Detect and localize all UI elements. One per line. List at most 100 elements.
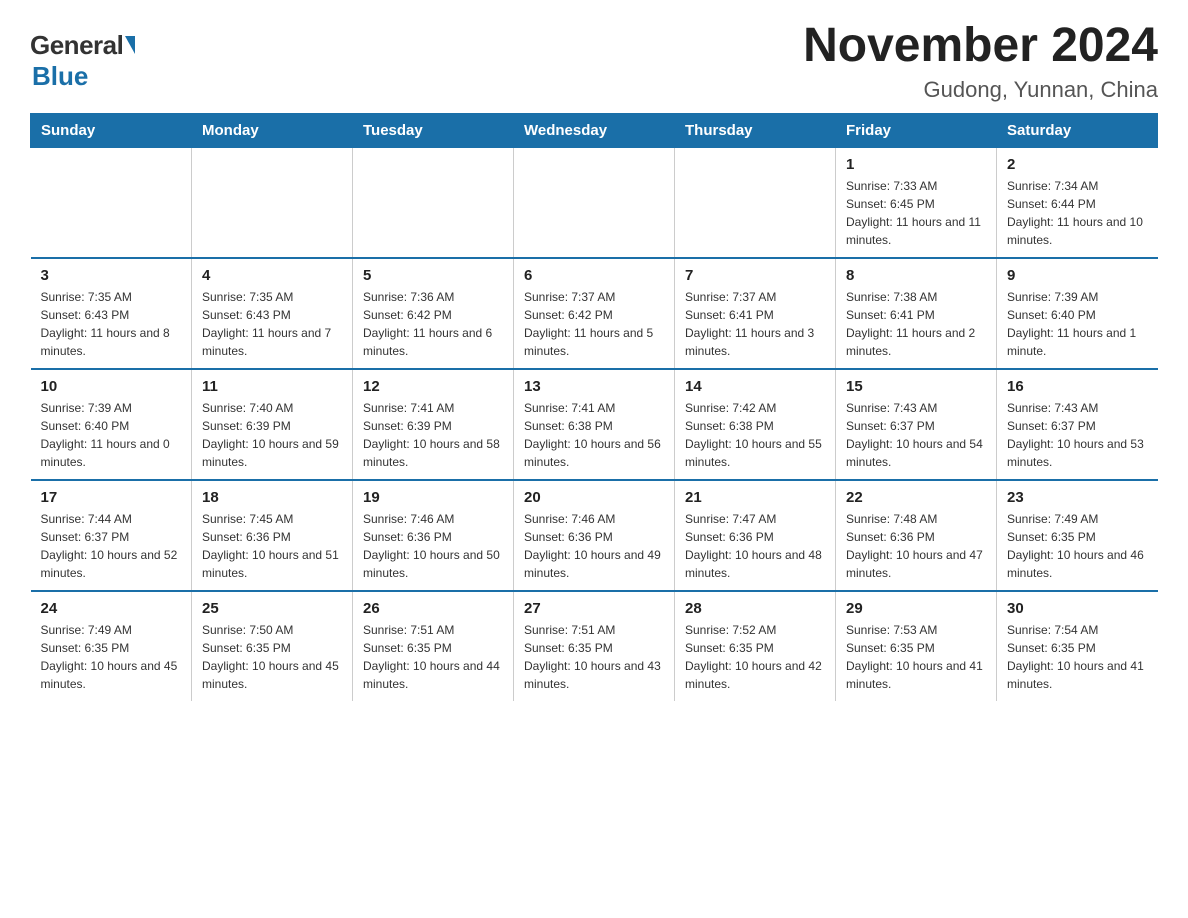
calendar-week-row: 17 Sunrise: 7:44 AMSunset: 6:37 PMDayligh…: [31, 480, 1158, 591]
calendar-week-row: 1 Sunrise: 7:33 AMSunset: 6:45 PMDaylight…: [31, 147, 1158, 258]
calendar-cell: 29 Sunrise: 7:53 AMSunset: 6:35 PMDayligh…: [836, 591, 997, 701]
day-number: 7: [685, 267, 825, 284]
calendar-cell: 27 Sunrise: 7:51 AMSunset: 6:35 PMDayligh…: [514, 591, 675, 701]
calendar-cell: 13Sunrise: 7:41 AMSunset: 6:38 PMDayligh…: [514, 369, 675, 480]
day-number: 9: [1007, 267, 1148, 284]
day-info: Sunrise: 7:39 AMSunset: 6:40 PMDaylight:…: [1007, 288, 1148, 360]
calendar-cell: 19Sunrise: 7:46 AMSunset: 6:36 PMDayligh…: [353, 480, 514, 591]
day-info: Sunrise: 7:40 AMSunset: 6:39 PMDaylight:…: [202, 399, 342, 471]
calendar-cell: 2 Sunrise: 7:34 AMSunset: 6:44 PMDaylight…: [997, 147, 1158, 258]
calendar-cell: [353, 147, 514, 258]
day-info: Sunrise: 7:51 AMSunset: 6:35 PMDaylight:…: [363, 621, 503, 693]
calendar-week-row: 3 Sunrise: 7:35 AMSunset: 6:43 PMDaylight…: [31, 258, 1158, 369]
day-info: Sunrise: 7:37 AMSunset: 6:42 PMDaylight:…: [524, 288, 664, 360]
calendar-cell: 22 Sunrise: 7:48 AMSunset: 6:36 PMDayligh…: [836, 480, 997, 591]
calendar-cell: 30 Sunrise: 7:54 AMSunset: 6:35 PMDayligh…: [997, 591, 1158, 701]
calendar-cell: 7 Sunrise: 7:37 AMSunset: 6:41 PMDaylight…: [675, 258, 836, 369]
calendar-cell: 11 Sunrise: 7:40 AMSunset: 6:39 PMDayligh…: [192, 369, 353, 480]
calendar-table: SundayMondayTuesdayWednesdayThursdayFrid…: [30, 113, 1158, 701]
calendar-cell: [675, 147, 836, 258]
day-info: Sunrise: 7:33 AMSunset: 6:45 PMDaylight:…: [846, 177, 986, 249]
calendar-cell: 14Sunrise: 7:42 AMSunset: 6:38 PMDayligh…: [675, 369, 836, 480]
calendar-cell: 3 Sunrise: 7:35 AMSunset: 6:43 PMDaylight…: [31, 258, 192, 369]
day-number: 17: [41, 489, 182, 506]
day-number: 22: [846, 489, 986, 506]
day-info: Sunrise: 7:44 AMSunset: 6:37 PMDaylight:…: [41, 510, 182, 582]
calendar-cell: 18 Sunrise: 7:45 AMSunset: 6:36 PMDayligh…: [192, 480, 353, 591]
day-number: 15: [846, 378, 986, 395]
day-number: 12: [363, 378, 503, 395]
day-number: 1: [846, 156, 986, 173]
day-info: Sunrise: 7:37 AMSunset: 6:41 PMDaylight:…: [685, 288, 825, 360]
day-number: 16: [1007, 378, 1148, 395]
day-info: Sunrise: 7:52 AMSunset: 6:35 PMDaylight:…: [685, 621, 825, 693]
calendar-cell: 8 Sunrise: 7:38 AMSunset: 6:41 PMDaylight…: [836, 258, 997, 369]
day-info: Sunrise: 7:49 AMSunset: 6:35 PMDaylight:…: [1007, 510, 1148, 582]
calendar-header-saturday: Saturday: [997, 113, 1158, 147]
calendar-header-wednesday: Wednesday: [514, 113, 675, 147]
day-number: 3: [41, 267, 182, 284]
header: General Blue November 2024 Gudong, Yunna…: [30, 20, 1158, 103]
calendar-cell: 12Sunrise: 7:41 AMSunset: 6:39 PMDayligh…: [353, 369, 514, 480]
day-number: 27: [524, 600, 664, 617]
day-info: Sunrise: 7:35 AMSunset: 6:43 PMDaylight:…: [41, 288, 182, 360]
day-number: 11: [202, 378, 342, 395]
day-number: 26: [363, 600, 503, 617]
calendar-cell: 26 Sunrise: 7:51 AMSunset: 6:35 PMDayligh…: [353, 591, 514, 701]
calendar-cell: 4 Sunrise: 7:35 AMSunset: 6:43 PMDaylight…: [192, 258, 353, 369]
calendar-week-row: 10 Sunrise: 7:39 AMSunset: 6:40 PMDayligh…: [31, 369, 1158, 480]
calendar-cell: 5 Sunrise: 7:36 AMSunset: 6:42 PMDaylight…: [353, 258, 514, 369]
day-number: 5: [363, 267, 503, 284]
calendar-header-row: SundayMondayTuesdayWednesdayThursdayFrid…: [31, 113, 1158, 147]
calendar-cell: 20Sunrise: 7:46 AMSunset: 6:36 PMDayligh…: [514, 480, 675, 591]
calendar-cell: 28 Sunrise: 7:52 AMSunset: 6:35 PMDayligh…: [675, 591, 836, 701]
day-number: 18: [202, 489, 342, 506]
day-info: Sunrise: 7:41 AMSunset: 6:38 PMDaylight:…: [524, 399, 664, 471]
calendar-cell: 21 Sunrise: 7:47 AMSunset: 6:36 PMDayligh…: [675, 480, 836, 591]
day-number: 23: [1007, 489, 1148, 506]
calendar-week-row: 24 Sunrise: 7:49 AMSunset: 6:35 PMDayligh…: [31, 591, 1158, 701]
day-info: Sunrise: 7:39 AMSunset: 6:40 PMDaylight:…: [41, 399, 182, 471]
calendar-subtitle: Gudong, Yunnan, China: [803, 77, 1158, 103]
day-info: Sunrise: 7:54 AMSunset: 6:35 PMDaylight:…: [1007, 621, 1148, 693]
calendar-header-thursday: Thursday: [675, 113, 836, 147]
day-number: 29: [846, 600, 986, 617]
calendar-cell: [31, 147, 192, 258]
day-info: Sunrise: 7:53 AMSunset: 6:35 PMDaylight:…: [846, 621, 986, 693]
day-info: Sunrise: 7:47 AMSunset: 6:36 PMDaylight:…: [685, 510, 825, 582]
day-info: Sunrise: 7:48 AMSunset: 6:36 PMDaylight:…: [846, 510, 986, 582]
day-number: 14: [685, 378, 825, 395]
day-info: Sunrise: 7:36 AMSunset: 6:42 PMDaylight:…: [363, 288, 503, 360]
day-number: 30: [1007, 600, 1148, 617]
logo-general-text: General: [30, 30, 123, 61]
day-number: 6: [524, 267, 664, 284]
day-number: 10: [41, 378, 182, 395]
day-info: Sunrise: 7:34 AMSunset: 6:44 PMDaylight:…: [1007, 177, 1148, 249]
day-info: Sunrise: 7:46 AMSunset: 6:36 PMDaylight:…: [363, 510, 503, 582]
calendar-header-monday: Monday: [192, 113, 353, 147]
day-number: 8: [846, 267, 986, 284]
calendar-header-sunday: Sunday: [31, 113, 192, 147]
day-number: 20: [524, 489, 664, 506]
day-info: Sunrise: 7:38 AMSunset: 6:41 PMDaylight:…: [846, 288, 986, 360]
day-info: Sunrise: 7:43 AMSunset: 6:37 PMDaylight:…: [1007, 399, 1148, 471]
day-number: 4: [202, 267, 342, 284]
calendar-cell: 1 Sunrise: 7:33 AMSunset: 6:45 PMDaylight…: [836, 147, 997, 258]
day-info: Sunrise: 7:51 AMSunset: 6:35 PMDaylight:…: [524, 621, 664, 693]
day-number: 24: [41, 600, 182, 617]
day-number: 28: [685, 600, 825, 617]
calendar-cell: 9 Sunrise: 7:39 AMSunset: 6:40 PMDaylight…: [997, 258, 1158, 369]
calendar-header-tuesday: Tuesday: [353, 113, 514, 147]
day-info: Sunrise: 7:45 AMSunset: 6:36 PMDaylight:…: [202, 510, 342, 582]
calendar-cell: 6 Sunrise: 7:37 AMSunset: 6:42 PMDaylight…: [514, 258, 675, 369]
logo-blue-text: Blue: [32, 61, 88, 92]
calendar-cell: 10 Sunrise: 7:39 AMSunset: 6:40 PMDayligh…: [31, 369, 192, 480]
day-info: Sunrise: 7:49 AMSunset: 6:35 PMDaylight:…: [41, 621, 182, 693]
calendar-cell: 15Sunrise: 7:43 AMSunset: 6:37 PMDayligh…: [836, 369, 997, 480]
day-info: Sunrise: 7:35 AMSunset: 6:43 PMDaylight:…: [202, 288, 342, 360]
logo: General Blue: [30, 30, 135, 92]
calendar-cell: 25Sunrise: 7:50 AMSunset: 6:35 PMDayligh…: [192, 591, 353, 701]
calendar-header-friday: Friday: [836, 113, 997, 147]
day-number: 2: [1007, 156, 1148, 173]
day-number: 21: [685, 489, 825, 506]
